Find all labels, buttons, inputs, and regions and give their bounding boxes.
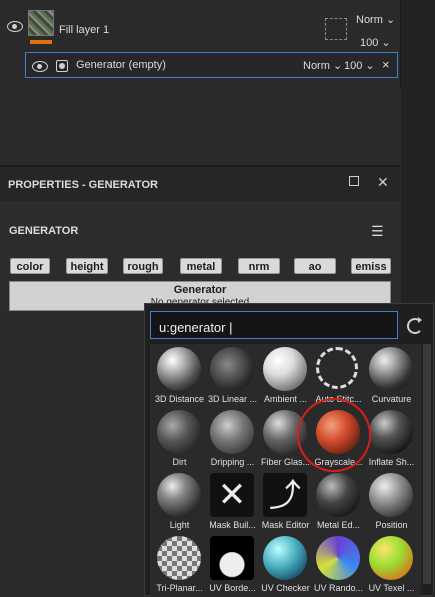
tools-icon: ✕ xyxy=(210,473,254,517)
tile-label: UV Borde... xyxy=(209,583,256,593)
fill-layer-blend-select[interactable]: Norm ⌄ xyxy=(356,13,395,26)
generator-box-title: Generator xyxy=(173,284,227,296)
tile-dripping[interactable]: Dripping ... xyxy=(206,407,259,471)
tile-3d-linear[interactable]: 3D Linear ... xyxy=(206,344,259,408)
sphere-icon xyxy=(210,536,254,580)
dashed-circle-icon xyxy=(316,347,358,389)
channel-tag-emiss[interactable]: emiss xyxy=(351,258,391,274)
generator-icon xyxy=(56,60,68,72)
section-menu-icon[interactable]: ☰ xyxy=(371,223,384,240)
tile-label: Tri-Planar... xyxy=(156,583,203,593)
search-input[interactable]: u:generator | xyxy=(150,311,398,339)
generator-grid: 3D Distance 3D Linear ... Ambient ... Au… xyxy=(150,344,421,597)
tile-metal-edge[interactable]: Metal Ed... xyxy=(312,470,365,534)
tile-label: UV Texel ... xyxy=(368,583,415,593)
tile-label: Inflate Sh... xyxy=(368,457,415,467)
tile-tri-planar[interactable]: Tri-Planar... xyxy=(153,533,206,597)
tile-mask-editor[interactable]: ⤴ Mask Editor xyxy=(259,470,312,534)
tile-label: Light xyxy=(169,520,190,530)
sphere-icon xyxy=(263,347,307,391)
layers-panel: Fill layer 1 Norm ⌄ 100 ⌄ Generator (emp… xyxy=(0,0,401,88)
tile-label: Ambient ... xyxy=(263,394,308,404)
tile-label: Fiber Glas... xyxy=(260,457,310,467)
generator-layer-row[interactable]: Generator (empty) Norm ⌄ 100 ⌄ × xyxy=(25,52,398,78)
sphere-icon xyxy=(210,347,254,391)
checker-sphere-icon xyxy=(157,536,201,580)
sphere-icon xyxy=(316,536,360,580)
popup-scrollbar[interactable] xyxy=(423,344,431,584)
sphere-icon xyxy=(369,347,413,391)
close-panel-icon[interactable]: ✕ xyxy=(377,174,389,191)
tile-3d-distance[interactable]: 3D Distance xyxy=(153,344,206,408)
tile-ambient-occlusion[interactable]: Ambient ... xyxy=(259,344,312,408)
tile-label: Metal Ed... xyxy=(316,520,361,530)
wrench-icon: ⤴ xyxy=(263,473,307,517)
generator-opacity-select[interactable]: 100 ⌄ xyxy=(344,59,375,72)
layer-color-tag xyxy=(30,40,52,44)
generator-visibility-eye-icon[interactable] xyxy=(32,61,48,72)
channel-tag-metal[interactable]: metal xyxy=(180,258,222,274)
tile-uv-border[interactable]: UV Borde... xyxy=(206,533,259,597)
sphere-icon xyxy=(369,410,413,454)
channel-tag-height[interactable]: height xyxy=(66,258,108,274)
popout-icon[interactable] xyxy=(349,176,359,186)
sphere-icon xyxy=(157,410,201,454)
channel-tag-nrm[interactable]: nrm xyxy=(238,258,280,274)
tile-label: Dripping ... xyxy=(210,457,255,467)
fill-layer-thumbnail[interactable] xyxy=(28,10,54,36)
tile-uv-texel[interactable]: UV Texel ... xyxy=(365,533,418,597)
sphere-icon xyxy=(157,347,201,391)
tile-label: Mask Editor xyxy=(261,520,310,530)
tile-label: 3D Distance xyxy=(154,394,205,404)
fill-layer-opacity-select[interactable]: 100 ⌄ xyxy=(360,36,391,49)
generator-blend-select[interactable]: Norm ⌄ xyxy=(303,59,342,72)
tile-label: Dirt xyxy=(172,457,187,467)
properties-header: PROPERTIES - GENERATOR ✕ xyxy=(0,167,400,201)
tile-inflate-shape[interactable]: Inflate Sh... xyxy=(365,407,418,471)
sphere-icon xyxy=(316,473,360,517)
tile-dirt[interactable]: Dirt xyxy=(153,407,206,471)
sphere-icon xyxy=(369,536,413,580)
tile-label: UV Rando... xyxy=(313,583,364,593)
channel-tag-rough[interactable]: rough xyxy=(123,258,163,274)
tile-label: Position xyxy=(375,520,408,530)
sphere-icon xyxy=(157,473,201,517)
channel-tag-color[interactable]: color xyxy=(10,258,50,274)
tile-label: UV Checker xyxy=(261,583,310,593)
tile-label: 3D Linear ... xyxy=(207,394,258,404)
sphere-icon xyxy=(210,410,254,454)
generator-section-title: GENERATOR xyxy=(9,225,79,237)
channel-tag-ao[interactable]: ao xyxy=(294,258,336,274)
tile-light[interactable]: Light xyxy=(153,470,206,534)
mask-placeholder[interactable] xyxy=(325,18,347,40)
tile-uv-random[interactable]: UV Rando... xyxy=(312,533,365,597)
sphere-icon xyxy=(369,473,413,517)
tile-mask-builder[interactable]: ✕ Mask Buil... xyxy=(206,470,259,534)
generator-picker-popup: u:generator | 3D Distance 3D Linear ... … xyxy=(144,303,434,597)
tile-position[interactable]: Position xyxy=(365,470,418,534)
remove-generator-icon[interactable]: × xyxy=(382,57,390,72)
refresh-icon[interactable] xyxy=(407,317,423,334)
tile-curvature[interactable]: Curvature xyxy=(365,344,418,408)
generator-layer-name: Generator (empty) xyxy=(76,59,166,71)
fill-layer-name[interactable]: Fill layer 1 xyxy=(59,24,109,36)
tile-uv-checker[interactable]: UV Checker xyxy=(259,533,312,597)
visibility-eye-icon[interactable] xyxy=(7,21,23,32)
tile-label: Curvature xyxy=(371,394,412,404)
properties-title: PROPERTIES - GENERATOR xyxy=(8,179,158,191)
sphere-icon xyxy=(263,536,307,580)
tile-label: Mask Buil... xyxy=(209,520,256,530)
